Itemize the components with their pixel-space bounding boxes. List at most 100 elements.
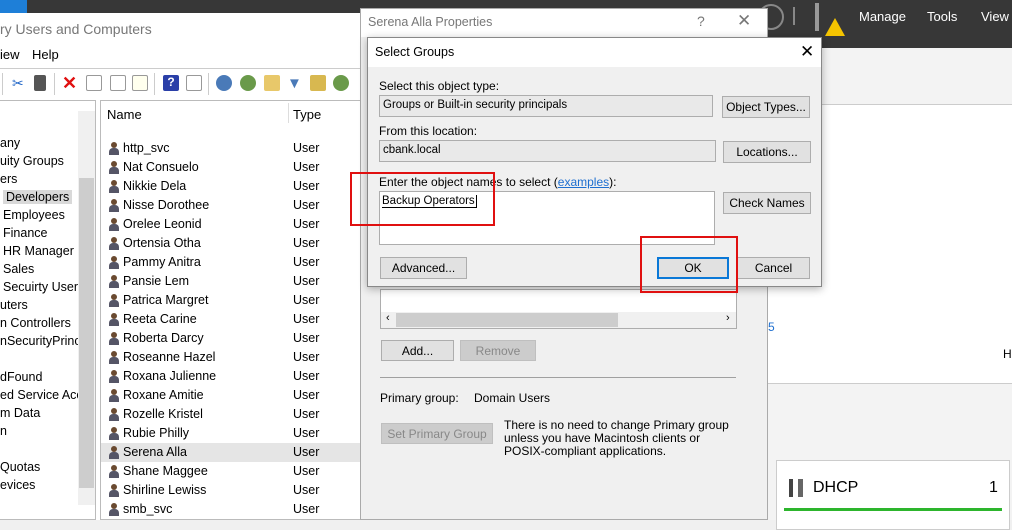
table-row[interactable]: Reeta Carine User bbox=[101, 310, 361, 329]
advanced-button[interactable]: Advanced... bbox=[380, 257, 467, 279]
tree-item[interactable]: Finance bbox=[3, 226, 47, 240]
table-row[interactable]: Roxane Amitie User bbox=[101, 386, 361, 405]
new-ou-icon[interactable] bbox=[264, 75, 280, 91]
table-row[interactable]: smb_svc User bbox=[101, 500, 361, 519]
examples-link[interactable]: examples bbox=[558, 175, 609, 189]
user-name: Pansie Lem bbox=[123, 274, 190, 288]
table-row[interactable]: Rozelle Kristel User bbox=[101, 405, 361, 424]
table-row[interactable]: Pammy Anitra User bbox=[101, 253, 361, 272]
menu-view[interactable]: View bbox=[981, 9, 1009, 24]
locations-button[interactable]: Locations... bbox=[723, 141, 811, 163]
user-list: Name Type http_svc User Nat Consuelo User Ni… bbox=[100, 100, 362, 520]
delete-icon[interactable]: ✕ bbox=[62, 74, 78, 92]
user-icon bbox=[109, 218, 119, 231]
tree-item[interactable]: n bbox=[0, 424, 7, 438]
user-type: User bbox=[293, 445, 320, 459]
help-button[interactable]: ? bbox=[697, 13, 705, 29]
tree-item[interactable]: uity Groups bbox=[0, 154, 64, 168]
user-type: User bbox=[293, 502, 320, 516]
table-row[interactable]: Ortensia Otha User bbox=[101, 234, 361, 253]
table-row[interactable]: Rubie Philly User bbox=[101, 424, 361, 443]
export-icon[interactable] bbox=[132, 75, 148, 91]
close-icon[interactable]: ✕ bbox=[737, 11, 751, 31]
tree-item[interactable]: ers bbox=[0, 172, 17, 186]
tree-item[interactable]: Employees bbox=[3, 208, 65, 222]
horizontal-scrollbar[interactable]: ‹ › bbox=[381, 312, 736, 328]
user-type: User bbox=[293, 388, 320, 402]
table-row[interactable]: Patrica Margret User bbox=[101, 291, 361, 310]
new-user-icon[interactable] bbox=[216, 75, 232, 91]
menu-tools[interactable]: Tools bbox=[927, 9, 957, 24]
table-row[interactable]: Pansie Lem User bbox=[101, 272, 361, 291]
user-type: User bbox=[293, 483, 320, 497]
remove-button[interactable]: Remove bbox=[460, 340, 536, 361]
table-row[interactable]: Shane Maggee User bbox=[101, 462, 361, 481]
table-row[interactable]: Nisse Dorothee User bbox=[101, 196, 361, 215]
table-row[interactable]: Roxana Julienne User bbox=[101, 367, 361, 386]
column-type[interactable]: Type bbox=[293, 107, 321, 122]
notifications-flag-icon[interactable] bbox=[815, 3, 819, 31]
properties-icon[interactable] bbox=[86, 75, 102, 91]
user-type: User bbox=[293, 141, 320, 155]
filter-icon[interactable]: ▼ bbox=[287, 75, 303, 92]
user-name: Pammy Anitra bbox=[123, 255, 201, 269]
menu-view[interactable]: iew bbox=[0, 47, 20, 62]
tree-item[interactable]: any bbox=[0, 136, 20, 150]
cut-icon[interactable]: ✂ bbox=[12, 75, 28, 91]
add-to-group-icon[interactable] bbox=[333, 75, 349, 91]
table-row[interactable]: http_svc User bbox=[101, 139, 361, 158]
table-row[interactable]: Shirline Lewiss User bbox=[101, 481, 361, 500]
user-name: Ortensia Otha bbox=[123, 236, 201, 250]
table-row[interactable]: Orelee Leonid User bbox=[101, 215, 361, 234]
tree-item[interactable]: uters bbox=[0, 298, 28, 312]
server-role-icon bbox=[789, 479, 803, 497]
tree-scrollbar-thumb[interactable] bbox=[79, 178, 94, 488]
user-name: Shane Maggee bbox=[123, 464, 208, 478]
user-type: User bbox=[293, 198, 320, 212]
user-name: smb_svc bbox=[123, 502, 173, 516]
console-icon[interactable] bbox=[186, 75, 202, 91]
user-name: Shirline Lewiss bbox=[123, 483, 207, 497]
user-icon bbox=[109, 446, 119, 459]
refresh-icon[interactable] bbox=[110, 75, 126, 91]
tree-item[interactable]: Quotas bbox=[0, 460, 40, 474]
table-row[interactable]: Nikkie Dela User bbox=[101, 177, 361, 196]
column-name[interactable]: Name bbox=[107, 107, 142, 122]
set-primary-group-button[interactable]: Set Primary Group bbox=[381, 423, 493, 444]
partial-link[interactable]: 5 bbox=[768, 320, 775, 334]
new-group-icon[interactable] bbox=[240, 75, 256, 91]
member-of-list: ‹ › bbox=[380, 289, 737, 329]
tree-item[interactable]: Secuirty Users bbox=[3, 280, 84, 294]
menu-manage[interactable]: Manage bbox=[859, 9, 906, 24]
menu-help[interactable]: Help bbox=[32, 47, 59, 62]
cancel-button[interactable]: Cancel bbox=[737, 257, 810, 279]
user-type: User bbox=[293, 464, 320, 478]
object-types-button[interactable]: Object Types... bbox=[722, 96, 810, 118]
user-icon bbox=[109, 313, 119, 326]
location-field: cbank.local bbox=[379, 140, 716, 162]
table-row[interactable]: Roseanne Hazel User bbox=[101, 348, 361, 367]
user-name: Rozelle Kristel bbox=[123, 407, 203, 421]
find-icon[interactable] bbox=[310, 75, 326, 91]
table-row[interactable]: Serena Alla User bbox=[101, 443, 361, 462]
check-names-button[interactable]: Check Names bbox=[723, 192, 811, 214]
warning-icon bbox=[825, 18, 845, 36]
tree-item[interactable]: ed Service Acc bbox=[0, 388, 83, 402]
paste-icon[interactable] bbox=[34, 75, 46, 91]
add-button[interactable]: Add... bbox=[381, 340, 454, 361]
tree-item[interactable]: dFound bbox=[0, 370, 42, 384]
tree-item[interactable]: nSecurityPrinci bbox=[0, 334, 83, 348]
tree-item[interactable]: m Data bbox=[0, 406, 40, 420]
user-name: Patrica Margret bbox=[123, 293, 209, 307]
tree-item[interactable]: n Controllers bbox=[0, 316, 71, 330]
tree-item[interactable]: HR Manager bbox=[3, 244, 74, 258]
close-icon[interactable]: ✕ bbox=[800, 42, 814, 62]
tree-item[interactable]: Sales bbox=[3, 262, 34, 276]
help-icon[interactable]: ? bbox=[163, 75, 179, 91]
tree-item[interactable]: Developers bbox=[3, 190, 73, 204]
divider bbox=[380, 377, 736, 378]
tree-item[interactable]: evices bbox=[0, 478, 35, 492]
highlight-names-input bbox=[350, 172, 495, 226]
table-row[interactable]: Roberta Darcy User bbox=[101, 329, 361, 348]
table-row[interactable]: Nat Consuelo User bbox=[101, 158, 361, 177]
